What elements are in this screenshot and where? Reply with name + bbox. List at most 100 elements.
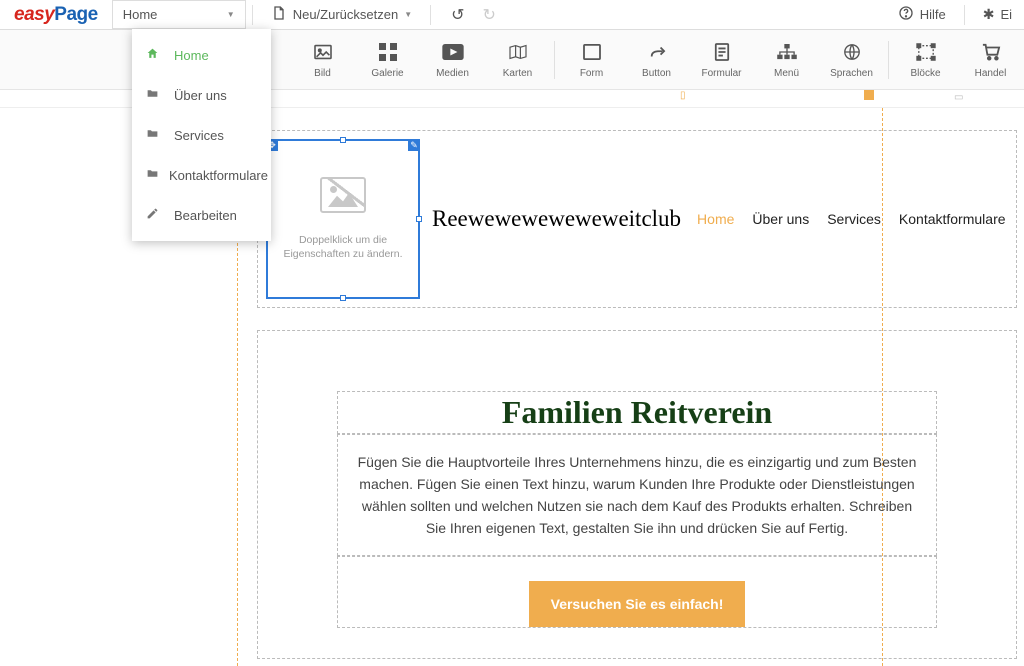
tool-commerce[interactable]: Handel (958, 41, 1023, 79)
page-heading: Familien Reitverein (338, 394, 936, 431)
tool-media[interactable]: Medien (420, 41, 485, 79)
tool-blocks[interactable]: Blöcke (893, 41, 958, 79)
tool-menu[interactable]: Menü (754, 41, 819, 79)
logo-part2: Page (54, 4, 97, 25)
nav-link-contact[interactable]: Kontaktformulare (899, 211, 1006, 227)
share-icon (648, 41, 666, 63)
dropdown-label: Services (174, 128, 224, 143)
dropdown-label: Home (174, 48, 209, 63)
logo-part1: easy (14, 4, 54, 25)
paragraph-text: Fügen Sie die Hauptvorteile Ihres Untern… (358, 454, 917, 536)
undo-button[interactable]: ↺ (451, 5, 464, 25)
nav-link-about[interactable]: Über uns (752, 211, 809, 227)
site-nav: Home Über uns Services Kontaktformulare (697, 211, 1005, 227)
folder-icon (146, 87, 164, 103)
map-icon (508, 41, 528, 63)
play-icon (442, 41, 464, 63)
separator (554, 41, 555, 79)
resize-handle[interactable] (416, 216, 422, 222)
cta-button[interactable]: Versuchen Sie es einfach! (529, 581, 746, 627)
tool-label: Form (580, 68, 603, 79)
heading-block[interactable]: Familien Reitverein (337, 391, 937, 434)
nav-link-services[interactable]: Services (827, 211, 881, 227)
document-icon (714, 41, 730, 63)
folder-icon (146, 127, 164, 143)
caret-down-icon: ▼ (404, 10, 412, 19)
dropdown-item-home[interactable]: Home (132, 35, 271, 75)
caret-down-icon: ▼ (227, 10, 235, 19)
sitemap-icon (777, 41, 797, 63)
form-icon (583, 41, 601, 63)
tablet-breakpoint-icon[interactable]: ▯ (680, 90, 686, 101)
dropdown-item-contact[interactable]: Kontaktformulare (132, 155, 271, 195)
tool-form[interactable]: Form (559, 41, 624, 79)
dropdown-label: Bearbeiten (174, 208, 237, 223)
tool-formular[interactable]: Formular (689, 41, 754, 79)
help-icon (898, 5, 914, 24)
redo-button[interactable]: ↻ (483, 5, 496, 25)
desktop-breakpoint-icon[interactable]: ▭ (954, 92, 963, 103)
header-section[interactable]: ✥ ✎ Doppelklick um die Eigenschaften zu … (257, 130, 1017, 308)
cart-icon (981, 41, 1001, 63)
separator (888, 41, 889, 79)
tool-image[interactable]: Bild (290, 41, 355, 79)
home-icon (146, 47, 164, 63)
folder-icon (146, 167, 159, 183)
dropdown-item-edit[interactable]: Bearbeiten (132, 195, 271, 235)
separator (964, 5, 965, 25)
edit-handle-icon[interactable]: ✎ (408, 139, 420, 151)
body-section[interactable]: Familien Reitverein Fügen Sie die Hauptv… (257, 330, 1017, 659)
settings-label: Ei (1000, 7, 1012, 22)
tool-label: Galerie (371, 68, 403, 79)
image-placeholder-selected[interactable]: ✥ ✎ Doppelklick um die Eigenschaften zu … (266, 139, 420, 299)
dropdown-label: Über uns (174, 88, 227, 103)
gear-icon: ✱ (983, 6, 995, 23)
tool-label: Formular (701, 68, 741, 79)
page-content: ✥ ✎ Doppelklick um die Eigenschaften zu … (237, 108, 1024, 659)
page-dropdown-menu: Home Über uns Services Kontaktformulare … (132, 29, 271, 241)
page-selector-label: Home (123, 7, 158, 22)
undo-redo-group: ↺ ↻ (437, 5, 510, 25)
dropdown-item-about[interactable]: Über uns (132, 75, 271, 115)
site-title-text[interactable]: Reeweweweweweweitclub (432, 206, 681, 232)
tool-maps[interactable]: Karten (485, 41, 550, 79)
tool-label: Menü (774, 68, 799, 79)
tool-label: Medien (436, 68, 469, 79)
placeholder-hint: Doppelklick um die Eigenschaften zu ände… (283, 233, 402, 261)
dropdown-label: Kontaktformulare (169, 168, 268, 183)
separator (252, 5, 253, 25)
topbar: easyPage Home ▼ Neu/Zurücksetzen ▼ ↺ ↻ H… (0, 0, 1024, 30)
new-reset-button[interactable]: Neu/Zurücksetzen ▼ (259, 0, 424, 29)
tool-label: Handel (975, 68, 1007, 79)
image-icon (313, 41, 333, 63)
tool-label: Blöcke (910, 68, 940, 79)
tool-gallery[interactable]: Galerie (355, 41, 420, 79)
settings-button[interactable]: ✱ Ei (971, 0, 1024, 29)
help-label: Hilfe (920, 7, 946, 22)
separator (430, 5, 431, 25)
globe-icon (843, 41, 861, 63)
file-icon (271, 5, 287, 24)
resize-handle[interactable] (340, 295, 346, 301)
page-selector-dropdown[interactable]: Home ▼ (112, 0, 246, 29)
pencil-icon (146, 207, 164, 223)
tool-label: Bild (314, 68, 331, 79)
tool-button[interactable]: Button (624, 41, 689, 79)
cta-block[interactable]: Versuchen Sie es einfach! (337, 556, 937, 628)
help-button[interactable]: Hilfe (886, 0, 958, 29)
blocks-icon (916, 41, 936, 63)
tool-label: Button (642, 68, 671, 79)
tablet-breakpoint-marker[interactable] (864, 90, 874, 100)
text-block[interactable]: Fügen Sie die Hauptvorteile Ihres Untern… (337, 434, 937, 556)
logo: easyPage (0, 4, 112, 26)
new-reset-label: Neu/Zurücksetzen (293, 7, 399, 22)
topbar-right: Hilfe ✱ Ei (886, 0, 1024, 29)
dropdown-item-services[interactable]: Services (132, 115, 271, 155)
tool-languages[interactable]: Sprachen (819, 41, 884, 79)
placeholder-image-icon (320, 177, 366, 213)
nav-link-home[interactable]: Home (697, 211, 734, 227)
grid-icon (379, 41, 397, 63)
tool-label: Sprachen (830, 68, 873, 79)
resize-handle[interactable] (340, 137, 346, 143)
tool-label: Karten (503, 68, 532, 79)
